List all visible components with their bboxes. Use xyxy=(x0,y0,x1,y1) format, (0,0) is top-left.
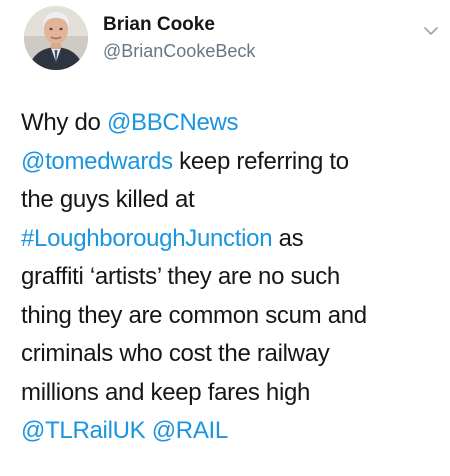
tweet-line: thing they are common scum and xyxy=(21,301,367,329)
tweet-menu-button[interactable] xyxy=(420,20,442,42)
tweet-line: the guys killed at xyxy=(21,186,195,213)
tweet-text-segment: Why do xyxy=(21,109,107,136)
tweet-line: @TLRailUK @RAIL xyxy=(21,412,446,451)
mention-link-bbcnews[interactable]: @BBCNews xyxy=(107,109,239,136)
tweet-line: graffiti ‘artists’ they are no such xyxy=(21,263,340,290)
chevron-down-icon xyxy=(424,26,438,35)
author-name[interactable]: Brian Cooke xyxy=(103,14,215,36)
avatar-photo xyxy=(24,6,88,70)
tweet-line: Why do @BBCNews xyxy=(21,104,446,143)
author-handle[interactable]: @BrianCookeBeck xyxy=(103,41,255,62)
tweet-card: Brian Cooke @BrianCookeBeck Why do @BBCN… xyxy=(0,0,450,476)
mention-link-rail[interactable]: @RAIL xyxy=(152,417,229,444)
tweet-text-segment: as xyxy=(272,224,304,252)
tweet-line: millions and keep fares high xyxy=(21,378,311,406)
tweet-line: @tomedwards keep referring to xyxy=(21,143,446,182)
avatar[interactable] xyxy=(24,6,88,70)
tweet-line: criminals who cost the railway xyxy=(21,340,330,367)
mention-link-tlrailuk[interactable]: @TLRailUK xyxy=(21,417,146,444)
hashtag-link[interactable]: #LoughboroughJunction xyxy=(21,225,273,252)
tweet-text-segment: keep referring to xyxy=(172,147,349,175)
mention-link-tomedwards[interactable]: @tomedwards xyxy=(21,148,173,175)
tweet-text: Why do @BBCNews @tomedwards keep referri… xyxy=(21,104,446,451)
tweet-line: #LoughboroughJunction as xyxy=(21,220,446,259)
